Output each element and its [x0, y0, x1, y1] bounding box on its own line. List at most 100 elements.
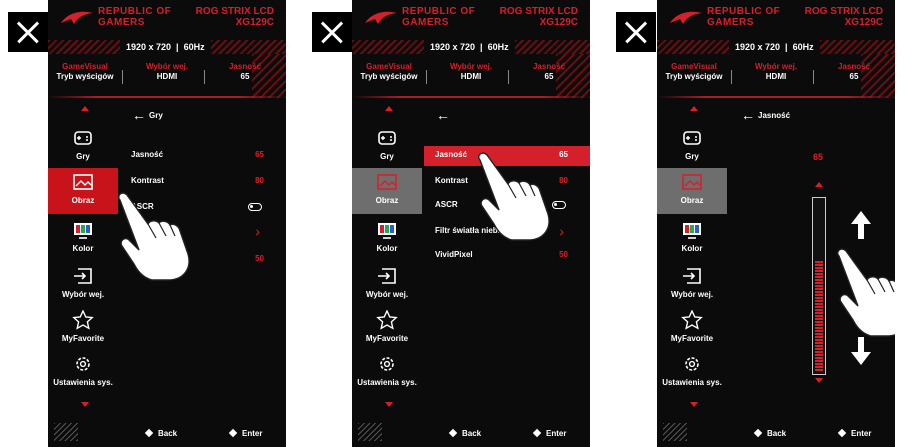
scroll-down-icon[interactable] [690, 402, 698, 407]
brightness-slider[interactable] [812, 197, 826, 375]
back-arrow-icon: ← [741, 107, 755, 123]
nav-label: MyFavorite [670, 334, 714, 343]
close-button[interactable] [312, 12, 352, 52]
row-value: 50 [255, 254, 264, 263]
breadcrumb[interactable]: ← Gry [132, 108, 163, 122]
star-icon [376, 310, 398, 330]
slider-decrease-icon[interactable] [815, 378, 823, 383]
menu-row[interactable]: Kontrast 80 [120, 172, 270, 192]
nav-item-obraz[interactable]: Obraz [657, 168, 727, 214]
joystick-icon [837, 428, 847, 438]
resolution-info: 1920 x 720 | 60Hz [424, 40, 515, 54]
status-value: 65 [544, 72, 554, 81]
nav-item-ustawienia[interactable]: Ustawienia sys. [657, 350, 727, 396]
slider-increase-icon[interactable] [815, 182, 823, 187]
arrow-down-icon [851, 337, 871, 365]
status-key: Wybór wej. [754, 62, 798, 71]
osd-footer: Back Enter [48, 425, 286, 441]
enter-label: Enter [242, 428, 263, 438]
enter-hint[interactable]: Enter [228, 428, 262, 438]
nav-item-myfavorite[interactable]: MyFavorite [352, 306, 422, 352]
divider [657, 96, 895, 98]
status-bar: GameVisual Tryb wyścigów Wybór wej. HDMI J… [352, 58, 590, 92]
joystick-icon [448, 428, 458, 438]
back-hint[interactable]: Back [753, 428, 786, 438]
nav-item-myfavorite[interactable]: MyFavorite [48, 306, 118, 352]
nav-label: Obraz [680, 196, 704, 205]
joystick-icon [753, 428, 763, 438]
status-value: HDMI [460, 72, 482, 81]
status-value: HDMI [156, 72, 178, 81]
enter-label: Enter [546, 428, 567, 438]
osd-footer: Back Enter [657, 425, 895, 441]
nav-item-kolor[interactable]: Kolor [657, 216, 727, 262]
row-value: 50 [559, 250, 568, 259]
status-value: Tryb wyścigów [56, 72, 114, 81]
nav-item-gry[interactable]: Gry [657, 124, 727, 170]
nav-item-gry[interactable]: Gry [352, 124, 422, 170]
rog-logo-icon [61, 11, 93, 24]
enter-hint[interactable]: Enter [837, 428, 871, 438]
nav-item-wybor-wej[interactable]: Wybór wej. [657, 262, 727, 308]
gear-icon [685, 357, 699, 371]
scroll-down-icon[interactable] [385, 402, 393, 407]
gamepad-icon [74, 131, 92, 145]
nav-label: MyFavorite [365, 334, 409, 343]
back-hint[interactable]: Back [144, 428, 177, 438]
gear-icon [380, 357, 394, 371]
status-bar: GameVisual Tryb wyścigów Wybór wej. HDMI J… [657, 58, 895, 92]
brand-text: REPUBLIC OF GAMERS [98, 6, 172, 28]
breadcrumb-label: Gry [149, 110, 163, 120]
nav-item-ustawienia[interactable]: Ustawienia sys. [48, 350, 118, 396]
brand-text: REPUBLIC OF GAMERS [402, 6, 476, 28]
back-label: Back [158, 428, 178, 438]
status-value: HDMI [765, 72, 787, 81]
hand-pointer-icon [837, 248, 895, 337]
row-value: 65 [559, 150, 568, 159]
close-button[interactable] [616, 12, 656, 52]
close-button[interactable] [8, 12, 48, 52]
color-monitor-icon [683, 223, 701, 239]
nav-label: MyFavorite [61, 334, 105, 343]
breadcrumb[interactable]: ← [436, 108, 453, 122]
scroll-down-icon[interactable] [81, 402, 89, 407]
scroll-up-icon[interactable] [81, 106, 89, 111]
nav-item-obraz[interactable]: Obraz [352, 168, 422, 214]
joystick-icon [228, 428, 238, 438]
row-label: ASCR [435, 200, 458, 209]
back-hint[interactable]: Back [448, 428, 481, 438]
row-label: Kontrast [435, 176, 468, 185]
status-key: Jasność [837, 62, 871, 71]
gamepad-icon [683, 131, 701, 145]
back-label: Back [462, 428, 482, 438]
color-monitor-icon [74, 223, 92, 239]
nav-item-obraz[interactable]: Obraz [48, 168, 118, 214]
toggle-icon[interactable] [248, 203, 262, 211]
back-label: Back [767, 428, 787, 438]
scroll-up-icon[interactable] [690, 106, 698, 111]
enter-hint[interactable]: Enter [532, 428, 566, 438]
nav-item-kolor[interactable]: Kolor [48, 216, 118, 262]
status-key: Wybór wej. [449, 62, 493, 71]
nav-item-ustawienia[interactable]: Ustawienia sys. [352, 350, 422, 396]
row-label: Jasność [435, 150, 468, 159]
nav-label: Gry [685, 152, 699, 161]
gear-icon [76, 357, 90, 371]
nav-item-wybor-wej[interactable]: Wybór wej. [48, 262, 118, 308]
enter-label: Enter [851, 428, 872, 438]
resolution-info: 1920 x 720 | 60Hz [729, 40, 820, 54]
arrow-up-icon [851, 211, 871, 239]
toggle-icon[interactable] [552, 201, 566, 209]
nav-item-wybor-wej[interactable]: Wybór wej. [352, 262, 422, 308]
menu-row[interactable]: Jasność 65 [120, 146, 270, 166]
row-label: VividPixel [435, 250, 473, 259]
breadcrumb[interactable]: ← Jasność [741, 108, 790, 122]
osd-header: REPUBLIC OF GAMERS ROG STRIX LCD XG129C [352, 0, 590, 40]
input-select-icon [74, 268, 92, 284]
menu-row[interactable]: VividPixel 50 [424, 246, 574, 266]
nav-item-kolor[interactable]: Kolor [352, 216, 422, 262]
scroll-up-icon[interactable] [385, 106, 393, 111]
nav-item-gry[interactable]: Gry [48, 124, 118, 170]
nav-item-myfavorite[interactable]: MyFavorite [657, 306, 727, 352]
color-monitor-icon [378, 223, 396, 239]
